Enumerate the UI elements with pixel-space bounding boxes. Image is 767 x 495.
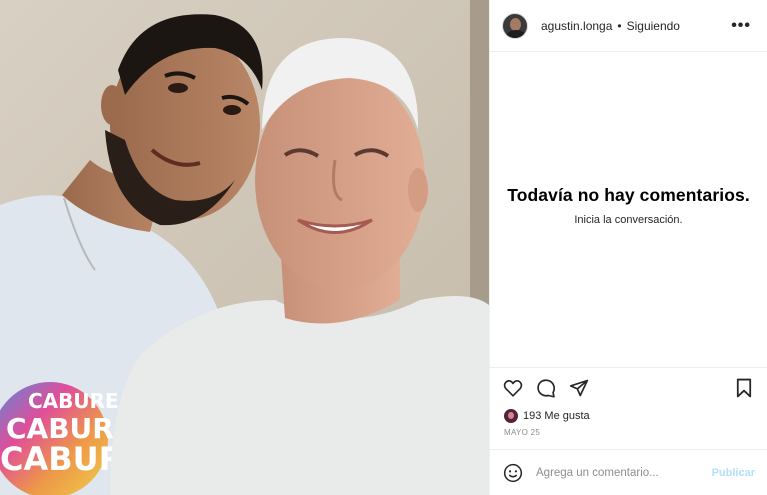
no-comments-title: Todavía no hay comentarios. [507,185,750,205]
more-options-icon[interactable]: ••• [731,17,755,35]
post-side-panel: agustin.longa • Siguiendo ••• Todavía no… [489,0,767,495]
action-bar [490,368,767,408]
post-image: CABURE CABURE CABURE [0,0,489,495]
post-date: MAYO 25 [504,428,541,437]
share-icon[interactable] [568,377,590,399]
liker-avatar[interactable] [504,409,518,423]
avatar-body [506,29,526,38]
comment-input[interactable] [536,466,712,479]
following-button[interactable]: Siguiendo [627,19,680,33]
comment-composer: Publicar [490,449,767,495]
emoji-icon[interactable] [502,462,524,484]
likes-row: 193 Me gusta [490,408,767,424]
likes-count[interactable]: 193 Me gusta [523,410,590,422]
publish-button[interactable]: Publicar [712,467,755,479]
comment-icon[interactable] [535,377,557,399]
post-header: agustin.longa • Siguiendo ••• [490,0,767,52]
avatar[interactable] [502,12,528,39]
avatar-face [510,17,521,31]
post-photo[interactable]: CABURE CABURE CABURE [0,0,489,495]
username-link[interactable]: agustin.longa [541,19,612,33]
comments-area: Todavía no hay comentarios. Inicia la co… [490,52,767,368]
no-comments-subtitle: Inicia la conversación. [574,214,683,226]
heart-icon[interactable] [502,377,524,399]
shirt-text: CABURE [28,389,119,413]
bookmark-icon[interactable] [733,377,755,399]
separator-dot: • [617,18,622,33]
